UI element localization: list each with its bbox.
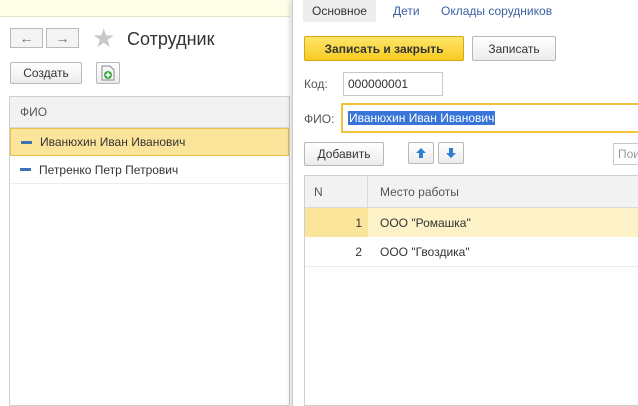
back-button[interactable]: ←	[10, 28, 43, 48]
row-workplace: ООО "Ромашка"	[380, 215, 471, 230]
move-down-button[interactable]	[438, 142, 464, 164]
list-row[interactable]: Петренко Петр Петрович	[10, 156, 289, 184]
save-and-close-button[interactable]: Записать и закрыть	[304, 36, 464, 61]
add-document-button[interactable]	[96, 62, 120, 84]
add-document-icon	[101, 65, 115, 81]
detail-form: Основное Дети Оклады сорудников Записать…	[292, 0, 638, 406]
fio-field-value: Иванюхин Иван Иванович	[348, 111, 496, 125]
create-button[interactable]: Создать	[10, 62, 82, 84]
list-row-name: Иванюхин Иван Иванович	[40, 135, 186, 149]
column-header-workplace[interactable]: Место работы	[368, 176, 459, 207]
star-icon[interactable]: ★	[92, 25, 115, 51]
tab-salaries[interactable]: Оклады сорудников	[441, 0, 552, 22]
item-marker-icon	[21, 140, 32, 144]
row-number: 1	[305, 208, 368, 237]
workplace-table: N Место работы 1 ООО "Ромашка" 2 ООО "Гв…	[304, 175, 638, 406]
tab-main[interactable]: Основное	[303, 0, 376, 22]
arrow-right-icon: →	[55, 30, 70, 46]
list-form: ← → ★ Сотрудник Создать ФИО Иванюхин Ива…	[0, 0, 290, 406]
move-up-button[interactable]	[408, 142, 434, 164]
fio-label: ФИО:	[304, 112, 335, 126]
search-input[interactable]: Пои	[613, 143, 638, 165]
tab-children[interactable]: Дети	[393, 0, 420, 22]
employee-list: ФИО Иванюхин Иван Иванович Петренко Петр…	[9, 96, 290, 406]
save-button[interactable]: Записать	[472, 36, 556, 61]
row-workplace: ООО "Гвоздика"	[380, 244, 470, 259]
page-title: Сотрудник	[127, 29, 215, 49]
item-marker-icon	[20, 168, 31, 171]
column-header-n[interactable]: N	[305, 176, 368, 207]
list-row-name: Петренко Петр Петрович	[39, 162, 179, 177]
table-header: N Место работы	[305, 176, 638, 208]
arrow-left-icon: ←	[19, 30, 34, 46]
column-header-fio[interactable]: ФИО	[10, 97, 289, 128]
forward-button[interactable]: →	[46, 28, 79, 48]
row-number: 2	[355, 244, 362, 259]
fio-field[interactable]: Иванюхин Иван Иванович	[341, 103, 638, 133]
code-label: Код:	[304, 77, 328, 91]
code-field[interactable]: 000000001	[343, 72, 443, 96]
arrow-up-icon	[416, 148, 426, 158]
table-row[interactable]: 1 ООО "Ромашка"	[305, 208, 638, 237]
top-strip	[0, 0, 290, 17]
table-row[interactable]: 2 ООО "Гвоздика"	[305, 237, 638, 267]
arrow-down-icon	[446, 148, 456, 158]
add-button[interactable]: Добавить	[304, 142, 384, 166]
list-row[interactable]: Иванюхин Иван Иванович	[10, 128, 289, 156]
